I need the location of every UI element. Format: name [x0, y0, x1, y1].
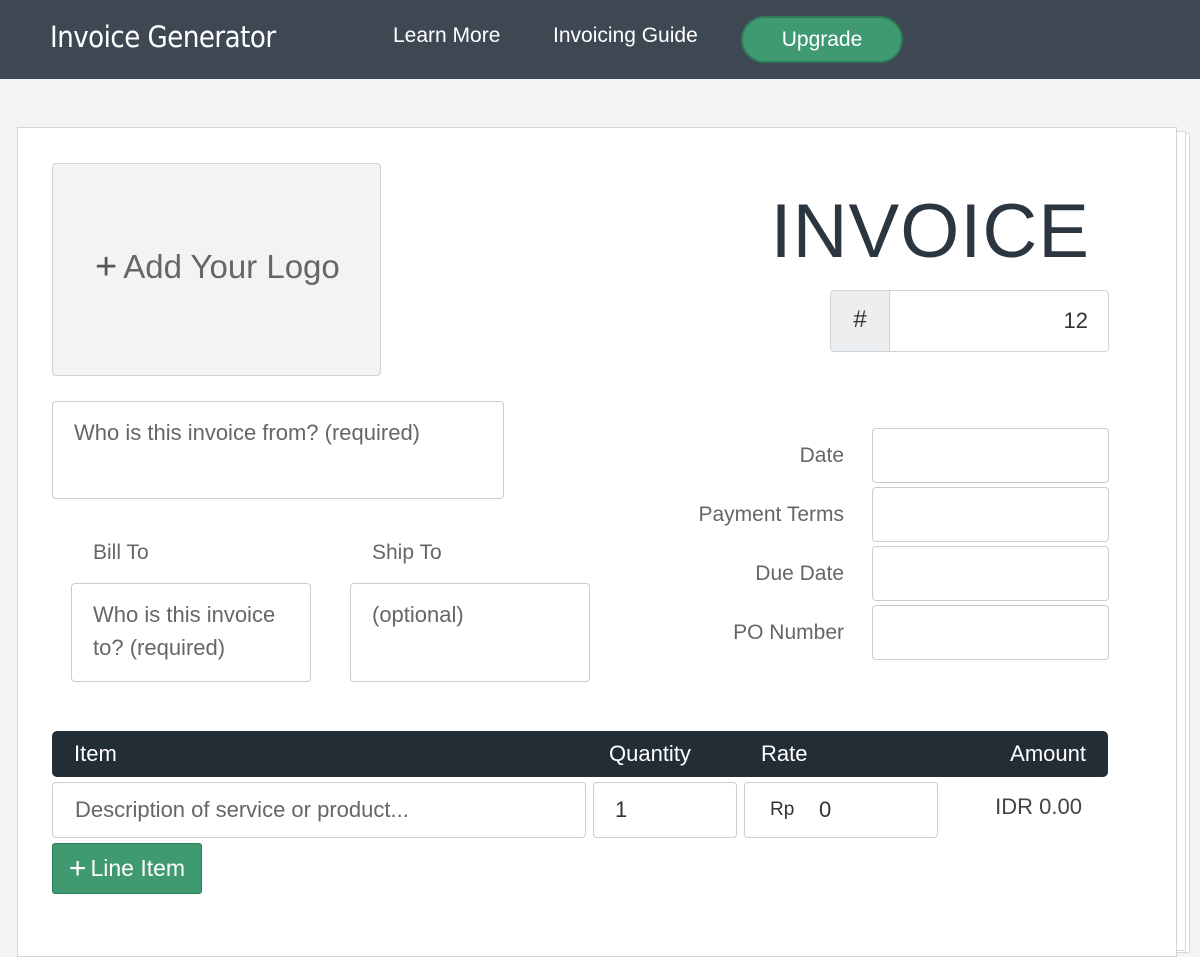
brand-logo[interactable]: Invoice Generator [50, 20, 276, 54]
invoice-number-prefix: # [831, 291, 890, 351]
payment-terms-input[interactable] [872, 487, 1109, 542]
date-input[interactable] [872, 428, 1109, 483]
line-items-header: Item Quantity Rate Amount [52, 731, 1108, 777]
due-date-input[interactable] [872, 546, 1109, 601]
header-amount[interactable]: Amount [1010, 741, 1086, 767]
line-item-description-input[interactable]: Description of service or product... [52, 782, 586, 838]
nav-link-learn-more[interactable]: Learn More [393, 24, 500, 48]
header-item[interactable]: Item [74, 741, 117, 767]
rate-value: 0 [819, 797, 832, 822]
po-number-input[interactable] [872, 605, 1109, 660]
add-logo-label: Add Your Logo [123, 248, 340, 285]
ship-to-field[interactable]: (optional) [350, 583, 590, 682]
nav-link-invoicing-guide[interactable]: Invoicing Guide [553, 24, 698, 48]
top-navigation-bar: Invoice Generator Learn More Invoicing G… [0, 0, 1200, 79]
add-line-item-button[interactable]: + Line Item [52, 843, 202, 894]
header-quantity[interactable]: Quantity [609, 741, 691, 767]
invoice-title[interactable]: INVOICE [771, 188, 1091, 275]
invoice-number-input[interactable]: 12 [890, 291, 1108, 351]
currency-symbol: Rp [770, 799, 795, 820]
date-label[interactable]: Date [800, 444, 844, 468]
line-item-amount: IDR 0.00 [995, 794, 1082, 819]
po-number-label[interactable]: PO Number [733, 621, 844, 645]
bill-to-label[interactable]: Bill To [93, 541, 149, 565]
plus-icon: + [68, 851, 87, 885]
plus-icon: + [95, 246, 118, 288]
add-line-item-label: Line Item [90, 855, 186, 881]
payment-terms-label[interactable]: Payment Terms [699, 503, 845, 527]
header-rate[interactable]: Rate [761, 741, 807, 767]
ship-to-label[interactable]: Ship To [372, 541, 442, 565]
bill-to-field[interactable]: Who is this invoice to? (required) [71, 583, 311, 682]
due-date-label[interactable]: Due Date [755, 562, 844, 586]
invoice-number-field: # 12 [830, 290, 1109, 352]
add-logo-button[interactable]: + Add Your Logo [52, 163, 381, 376]
invoice-from-field[interactable]: Who is this invoice from? (required) [52, 401, 504, 499]
line-item-quantity-input[interactable]: 1 [593, 782, 737, 838]
line-item-rate-input[interactable]: Rp 0 [744, 782, 938, 838]
upgrade-button[interactable]: Upgrade [741, 16, 903, 63]
